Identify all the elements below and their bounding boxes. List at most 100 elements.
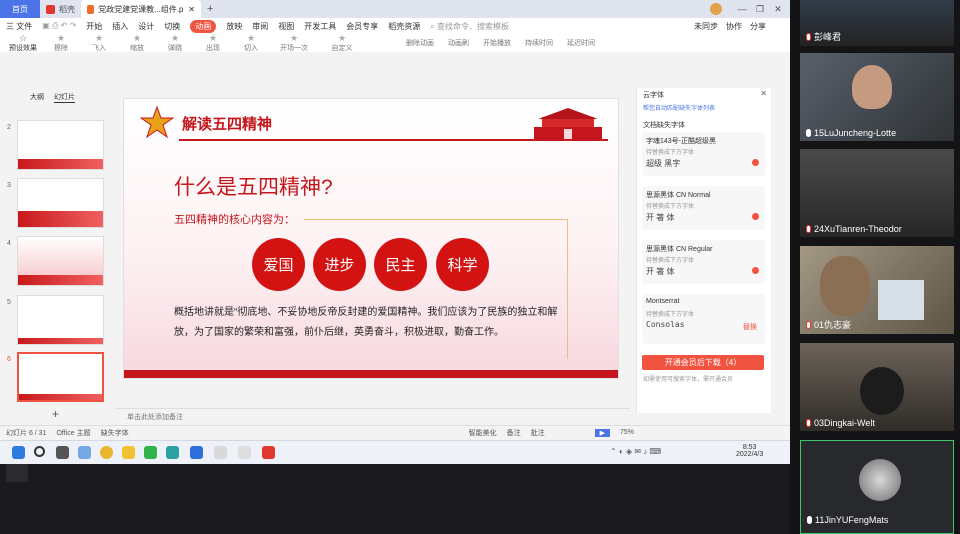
avatar-icon[interactable] (710, 3, 722, 15)
search-input[interactable]: ⌕ 查找命令、搜索模板 (430, 21, 509, 32)
sync-button[interactable]: 未同步 (694, 21, 718, 32)
tray-icons[interactable]: ⌃ ◐ ◈ ✉ ♪ ⌨ (610, 447, 661, 456)
star-emblem-icon (140, 105, 174, 139)
close-tab-icon[interactable]: ✕ (188, 5, 195, 14)
close-window-button[interactable]: ✕ (770, 4, 786, 15)
docer-icon (46, 4, 55, 14)
thumb-num: 6 (7, 356, 11, 363)
tool-custom[interactable]: ★ 自定义 (318, 33, 366, 53)
video-tile[interactable]: 01仇志豪 (800, 246, 954, 334)
slide-thumbnail[interactable] (17, 236, 104, 286)
video-tile[interactable]: 03Dingkai-Welt (800, 343, 954, 431)
meeting-icon[interactable] (190, 446, 203, 459)
circle-science: 科学 (436, 238, 489, 291)
tool-once[interactable]: ★ 开场一次 (270, 33, 318, 53)
slide-thumbnail[interactable] (17, 178, 104, 228)
delay-field[interactable]: 延迟时间 (567, 38, 595, 48)
share-button[interactable]: 分享 (750, 21, 766, 32)
tab-outline[interactable]: 大纲 (30, 92, 44, 103)
minimize-button[interactable]: — (734, 4, 750, 14)
new-tab-label: + (207, 3, 214, 15)
chrome-icon[interactable] (100, 446, 113, 459)
slide-thumbnail-panel: 大纲 幻灯片 2 3 4 5 6 + (0, 90, 115, 421)
tab-docer[interactable]: 稻壳 (40, 0, 81, 18)
font-card[interactable]: 字魂143号-正酷超级黑 待替换成下方字体 超级 黑字 (642, 132, 765, 176)
video-tile[interactable]: 彭峰君 (800, 0, 954, 46)
comment-toggle[interactable]: 批注 (531, 428, 545, 438)
menu-animation[interactable]: 动画 (190, 19, 217, 33)
collab-button[interactable]: 协作 (726, 21, 742, 32)
menu-review[interactable]: 审阅 (252, 21, 268, 32)
theme-name[interactable]: Office 主题 (56, 428, 90, 438)
thumb-decoration (18, 211, 103, 227)
font-card[interactable]: Montserrat 待替换成下方字体 Consolas 替换 (642, 294, 765, 344)
slide-thumbnail-selected[interactable] (17, 352, 104, 402)
tool-flyin[interactable]: ★ 飞入 (80, 33, 118, 53)
maximize-button[interactable]: ❐ (752, 4, 768, 15)
quick-access-icons[interactable]: ▣ ⎙ ↶ ↷ (42, 21, 76, 31)
menu-docer[interactable]: 稻壳资源 (388, 21, 420, 32)
task-view-icon[interactable] (56, 446, 69, 459)
new-tab-button[interactable]: + (201, 0, 219, 18)
replace-link[interactable]: 替换 (743, 322, 757, 332)
menu-insert[interactable]: 插入 (112, 21, 128, 32)
video-tile-active[interactable]: 11JinYUFengMats (800, 440, 954, 534)
font-card[interactable]: 思源黑体 CN Regular 待替换成下方字体 开 箸 体 (642, 240, 765, 284)
delete-animation-button[interactable]: 删除动画 (406, 38, 434, 48)
file-menu[interactable]: 三 文件 (6, 21, 32, 32)
tab-slides[interactable]: 幻灯片 (54, 92, 75, 103)
wps-icon[interactable] (262, 446, 275, 459)
wechat-icon[interactable] (144, 446, 157, 459)
typora-icon[interactable] (238, 446, 251, 459)
download-dot-icon[interactable] (752, 213, 759, 220)
tool-cutin[interactable]: ★ 切入 (232, 33, 270, 53)
edge-icon[interactable] (166, 446, 179, 459)
beautify-button[interactable]: 智能美化 (469, 428, 497, 438)
tool-erase[interactable]: ★ 擦除 (42, 33, 80, 53)
app-icon[interactable] (214, 446, 227, 459)
add-slide-button[interactable]: + (52, 407, 59, 421)
search-icon[interactable] (34, 446, 45, 457)
video-tile[interactable]: 24XuTianren-Theodor (800, 149, 954, 237)
menu-slideshow[interactable]: 放映 (226, 21, 242, 32)
menu-devtools[interactable]: 开发工具 (304, 21, 336, 32)
zoom-level[interactable]: 75% (620, 429, 634, 436)
duration-field[interactable]: 持续时间 (525, 38, 553, 48)
notes-toggle[interactable]: 备注 (507, 428, 521, 438)
menu-start[interactable]: 开始 (86, 21, 102, 32)
play-button[interactable]: ▶ (594, 428, 610, 437)
slide-thumbnail[interactable] (17, 295, 104, 345)
tool-zoom[interactable]: ★ 缩放 (118, 33, 156, 53)
folder-icon[interactable] (122, 446, 135, 459)
tool-bounce[interactable]: ★ 弹跳 (156, 33, 194, 53)
circle-democracy: 民主 (374, 238, 427, 291)
menu-view[interactable]: 视图 (278, 21, 294, 32)
match-fonts-link[interactable]: 帮您自动匹配缺失字体列表 (643, 103, 715, 112)
menu-member[interactable]: 会员专享 (346, 21, 378, 32)
slide-thumbnail[interactable] (17, 120, 104, 170)
tool-preset[interactable]: ☆ 预设效果 (4, 33, 42, 53)
meeting-control-icon[interactable] (6, 464, 28, 482)
video-tile[interactable]: 15LuJuncheng-Lotte (800, 53, 954, 141)
tab-document[interactable]: 党政党建党课教...组件.ppt编辑 ✕ (81, 0, 201, 18)
tab-home[interactable]: 首页 (0, 0, 40, 18)
animation-brush-button[interactable]: 动画刷 (448, 38, 469, 48)
font-card[interactable]: 思源黑体 CN Normal 待替换成下方字体 开 箸 体 (642, 186, 765, 230)
font-sample: 开 箸 体 (646, 267, 675, 276)
tool-appear[interactable]: ★ 出现 (194, 33, 232, 53)
notes-area[interactable]: 单击此处添加备注 (115, 408, 630, 422)
start-play-select[interactable]: 开始播放 (483, 38, 511, 48)
download-dot-icon[interactable] (752, 159, 759, 166)
meeting-bottom-area (0, 464, 790, 534)
download-fonts-button[interactable]: 开通会员后下载（4） (642, 355, 764, 370)
windows-start-icon[interactable] (12, 446, 25, 459)
menu-design[interactable]: 设计 (138, 21, 154, 32)
menu-transition[interactable]: 切换 (164, 21, 180, 32)
missing-font-button[interactable]: 缺失字体 (101, 428, 129, 438)
widgets-icon[interactable] (78, 446, 91, 459)
close-panel-icon[interactable]: ✕ (760, 89, 767, 98)
slide-canvas[interactable]: 解读五四精神 什么是五四精神? 五四精神的核心内容为： 爱国 进步 民主 科学 … (123, 98, 619, 379)
download-dot-icon[interactable] (752, 267, 759, 274)
participant-label: 03Dingkai-Welt (814, 418, 875, 428)
participant-label: 15LuJuncheng-Lotte (814, 128, 897, 138)
